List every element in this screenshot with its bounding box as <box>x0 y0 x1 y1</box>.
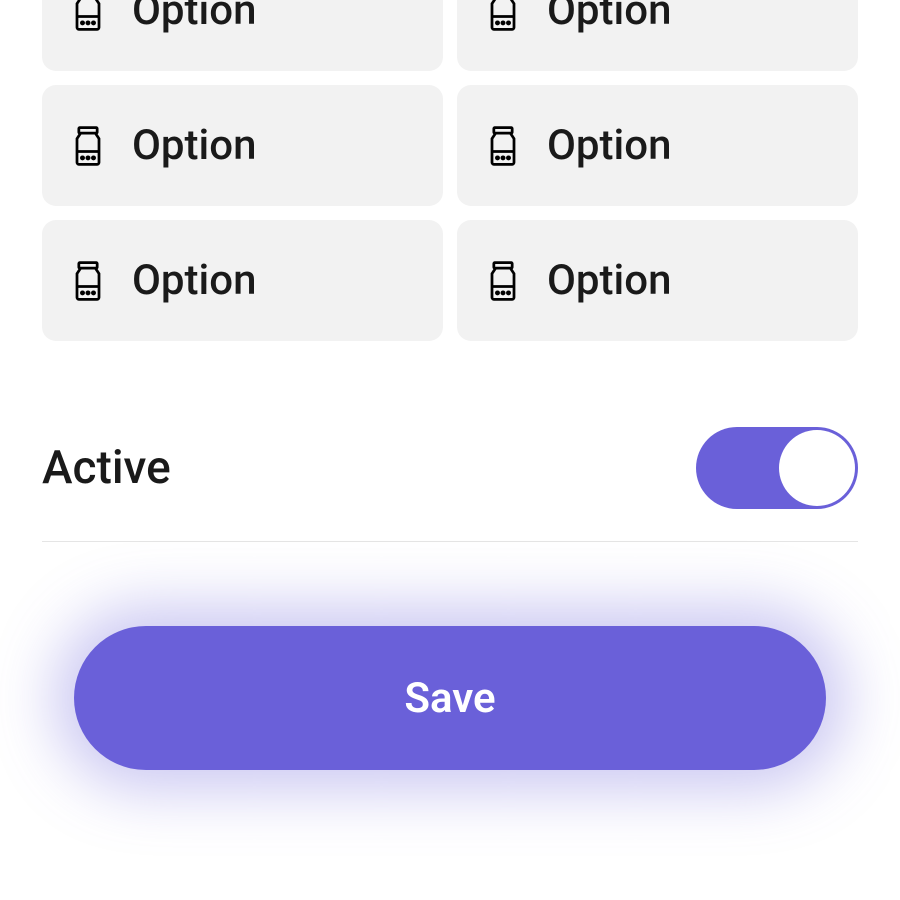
option-label: Option <box>132 0 256 35</box>
jar-icon <box>66 0 110 33</box>
option-label: Option <box>547 121 671 170</box>
save-button[interactable]: Save <box>74 626 826 770</box>
option-label: Option <box>132 256 256 305</box>
active-toggle[interactable] <box>696 427 858 509</box>
jar-icon <box>66 259 110 303</box>
save-label: Save <box>404 674 495 723</box>
option-label: Option <box>132 121 256 170</box>
option-card[interactable]: Option <box>42 220 443 341</box>
options-grid: Option Option Option <box>42 0 858 341</box>
option-label: Option <box>547 256 671 305</box>
jar-icon <box>481 0 525 33</box>
option-label: Option <box>547 0 671 35</box>
option-card[interactable]: Option <box>42 0 443 71</box>
jar-icon <box>66 124 110 168</box>
jar-icon <box>481 124 525 168</box>
option-card[interactable]: Option <box>457 85 858 206</box>
option-card[interactable]: Option <box>457 220 858 341</box>
active-label: Active <box>42 441 171 495</box>
option-card[interactable]: Option <box>42 85 443 206</box>
jar-icon <box>481 259 525 303</box>
active-row: Active <box>42 427 858 542</box>
toggle-knob <box>779 430 855 506</box>
option-card[interactable]: Option <box>457 0 858 71</box>
